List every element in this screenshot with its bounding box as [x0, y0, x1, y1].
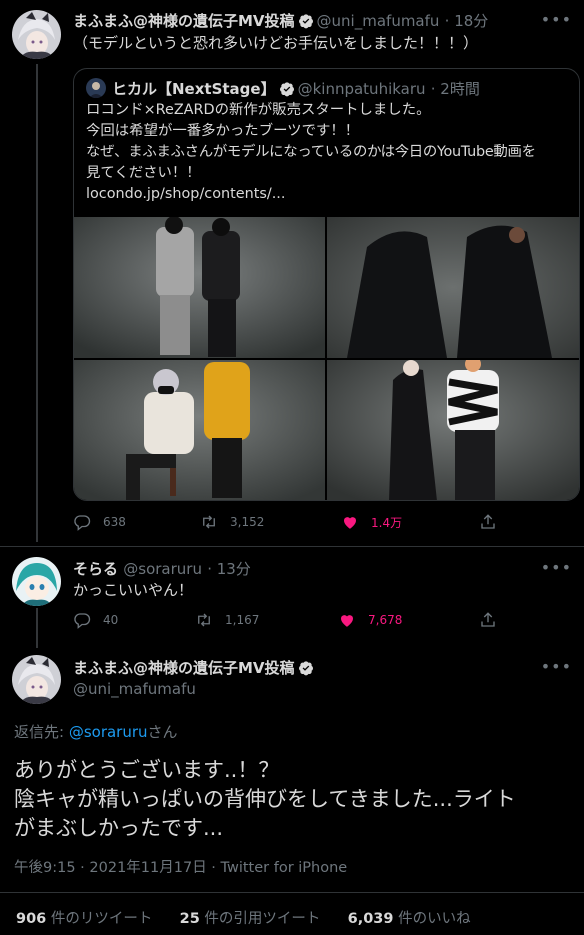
quotes-count: 25 — [179, 911, 200, 927]
main-text: ありがとうございます..！？ 陰キャが精いっぱいの背伸びをしてきました...ライ… — [14, 756, 574, 843]
quote-time: · 2時間 — [430, 80, 480, 98]
tweet-time[interactable]: · 13分 — [207, 560, 251, 578]
like-button[interactable]: 7,678 — [338, 611, 402, 629]
retweets-label: 件のリツイート — [46, 911, 153, 927]
thread-line — [36, 64, 38, 542]
more-icon[interactable]: ••• — [541, 10, 572, 29]
media-photo[interactable] — [74, 360, 325, 500]
avatar[interactable] — [12, 10, 61, 59]
main-text-line: がまぶしかったです... — [14, 816, 224, 840]
like-count: 1.4万 — [371, 515, 403, 530]
tweet-meta[interactable]: 午後9:15 · 2021年11月17日 · Twitter for iPhon… — [14, 856, 347, 877]
likes-stat[interactable]: 6,039 件のいいね — [348, 911, 471, 927]
share-icon — [481, 612, 495, 627]
retweet-button[interactable]: 1,167 — [195, 611, 259, 629]
retweet-icon — [198, 613, 210, 627]
author-name[interactable]: そらる — [73, 560, 118, 578]
tweet2-actions: 40 1,167 7,678 — [73, 611, 513, 635]
more-icon[interactable]: ••• — [541, 657, 572, 676]
share-icon — [481, 514, 495, 529]
quote-line: ロコンド×ReZARDの新作が販売スタートしました。 — [86, 102, 431, 118]
quote-line: なぜ、まふまふさんがモデルになっているのかは今日のYouTube動画を — [86, 144, 536, 160]
verified-badge-icon — [279, 81, 295, 97]
reply-to-link[interactable]: @soraruru — [69, 723, 148, 741]
reply-count: 638 — [103, 515, 126, 529]
quoted-tweet[interactable]: ヒカル【NextStage】 @kinnpatuhikaru · 2時間 ロコンド… — [73, 68, 580, 501]
author-handle[interactable]: @uni_mafumafu — [73, 680, 196, 698]
likes-label: 件のいいね — [393, 911, 471, 927]
retweet-button[interactable]: 3,152 — [200, 513, 264, 531]
quotes-label: 件の引用ツイート — [199, 911, 321, 927]
tweet1-header: まふまふ@神様の遺伝子MV投稿 @uni_mafumafu · 18分 — [73, 10, 488, 31]
like-button[interactable]: 1.4万 — [341, 513, 402, 531]
avatar[interactable] — [12, 655, 61, 704]
quote-header: ヒカル【NextStage】 @kinnpatuhikaru · 2時間 — [112, 78, 480, 99]
main-text-line: ありがとうございます..！？ — [14, 758, 280, 782]
main-text-line: 陰キャが精いっぱいの背伸びをしてきました...ライト — [14, 787, 516, 811]
reply-prefix: 返信先: — [14, 723, 69, 741]
retweet-count: 1,167 — [225, 613, 260, 627]
tweet-text: （モデルというと恐れ多いけどお手伝いをしました！！！） — [73, 34, 479, 52]
quote-line: 見てください！！ — [86, 165, 201, 181]
reply-count: 40 — [103, 613, 119, 627]
quote-link: locondo.jp/shop/contents/... — [86, 186, 286, 202]
reply-button[interactable]: 40 — [73, 611, 118, 629]
media-photo[interactable] — [74, 217, 325, 358]
tweet-time[interactable]: · 18分 — [445, 12, 489, 30]
quote-line: 今回は希望が一番多かったブーツです！！ — [86, 123, 360, 139]
like-count: 7,678 — [368, 613, 403, 627]
share-button[interactable] — [479, 513, 509, 531]
media-photo[interactable] — [327, 217, 579, 358]
quote-text: ロコンド×ReZARDの新作が販売スタートしました。 今回は希望が一番多かったブ… — [86, 100, 576, 205]
tweet1-actions: 638 3,152 1.4万 — [73, 513, 513, 537]
thread-line — [36, 608, 38, 648]
likes-count: 6,039 — [347, 911, 394, 927]
verified-badge-icon — [298, 660, 314, 676]
tweet-stats: 906 件のリツイート 25 件の引用ツイート 6,039 件のいいね — [16, 907, 471, 928]
author-handle[interactable]: @soraruru — [123, 560, 202, 578]
divider — [0, 892, 584, 893]
quotes-stat[interactable]: 25 件の引用ツイート — [180, 911, 321, 927]
main-author: まふまふ@神様の遺伝子MV投稿 — [73, 657, 317, 678]
media-grid — [74, 217, 579, 500]
reply-icon — [74, 515, 91, 531]
retweets-count: 906 — [16, 911, 47, 927]
like-icon — [344, 517, 356, 529]
author-name[interactable]: まふまふ@神様の遺伝子MV投稿 — [73, 12, 295, 30]
tweet2-header: そらる @soraruru · 13分 — [73, 558, 251, 579]
quote-avatar — [86, 78, 106, 98]
retweets-stat[interactable]: 906 件のリツイート — [16, 911, 152, 927]
more-icon[interactable]: ••• — [541, 558, 572, 577]
author-handle[interactable]: @uni_mafumafu — [317, 12, 440, 30]
quote-author-name: ヒカル【NextStage】 — [112, 80, 276, 98]
reply-suffix: さん — [147, 723, 178, 741]
share-button[interactable] — [479, 611, 509, 629]
author-name[interactable]: まふまふ@神様の遺伝子MV投稿 — [73, 659, 295, 677]
avatar[interactable] — [12, 557, 61, 606]
reply-button[interactable]: 638 — [73, 513, 126, 531]
quote-author-handle: @kinnpatuhikaru — [297, 80, 426, 98]
tweet-text: かっこいいやん！ — [73, 581, 194, 599]
reply-icon — [74, 613, 91, 629]
reply-context: 返信先: @soraruruさん — [14, 721, 178, 742]
verified-badge-icon — [298, 13, 314, 29]
media-photo[interactable] — [327, 360, 579, 500]
retweet-count: 3,152 — [230, 515, 265, 529]
retweet-icon — [203, 515, 215, 529]
like-icon — [341, 615, 353, 627]
divider — [0, 546, 584, 547]
